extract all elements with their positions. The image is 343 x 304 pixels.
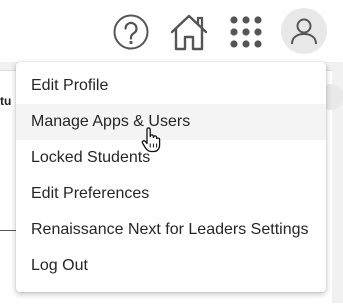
apps-grid-icon[interactable] — [229, 15, 263, 49]
partial-heading: tu — [0, 94, 12, 108]
help-icon[interactable] — [112, 13, 150, 51]
menu-item-locked-students[interactable]: Locked Students — [16, 140, 326, 176]
home-icon[interactable] — [168, 12, 210, 52]
menu-item-log-out[interactable]: Log Out — [16, 248, 326, 284]
user-dropdown-menu: Edit Profile Manage Apps & Users Locked … — [16, 62, 326, 292]
divider — [0, 230, 16, 231]
menu-item-leaders-settings[interactable]: Renaissance Next for Leaders Settings — [16, 212, 326, 248]
top-bar — [0, 0, 343, 62]
menu-item-manage-apps-users[interactable]: Manage Apps & Users — [16, 104, 326, 140]
user-avatar-icon[interactable] — [281, 8, 327, 54]
hand-pointer-icon — [141, 126, 161, 154]
menu-item-edit-preferences[interactable]: Edit Preferences — [16, 176, 326, 212]
menu-item-edit-profile[interactable]: Edit Profile — [16, 68, 326, 104]
